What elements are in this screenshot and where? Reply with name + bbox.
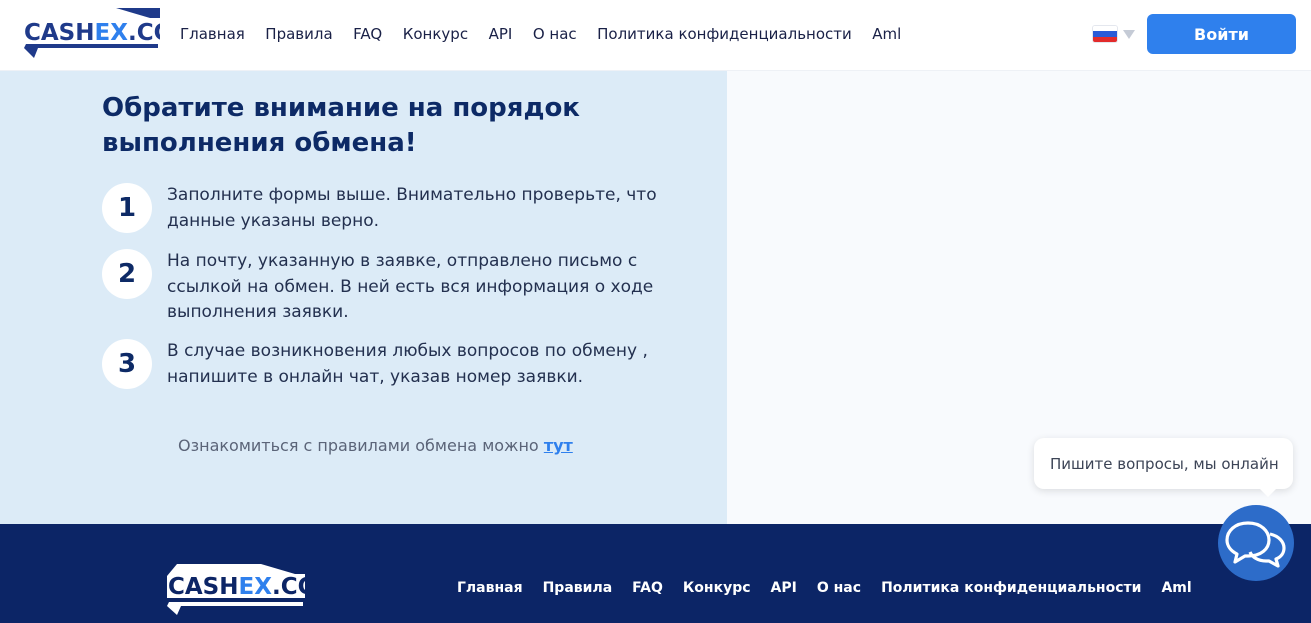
info-title: Обратите внимание на порядок выполнения …: [102, 93, 580, 158]
nav-item-about[interactable]: О нас: [533, 25, 577, 43]
nav-item-home[interactable]: Главная: [180, 25, 245, 43]
rules-note-text: Ознакомиться с правилами обмена можно: [178, 436, 539, 455]
nav-item-rules[interactable]: Правила: [265, 25, 332, 43]
chat-bubble[interactable]: Пишите вопросы, мы онлайн: [1034, 438, 1293, 497]
footer-nav-item-contest[interactable]: Конкурс: [683, 580, 751, 596]
step-3: 3 В случае возникновения любых вопросов …: [102, 339, 667, 390]
step-number: 1: [102, 183, 152, 233]
step-text: Заполните формы выше. Внимательно провер…: [167, 185, 657, 231]
svg-text:CASHEX.CC: CASHEX.CC: [24, 20, 160, 46]
login-button[interactable]: Войти: [1147, 14, 1296, 54]
step-2: 2 На почту, указанную в заявке, отправле…: [102, 249, 667, 326]
chat-icon: [1225, 521, 1286, 568]
step-text: В случае возникновения любых вопросов по…: [167, 341, 648, 387]
chat-bubble-text: Пишите вопросы, мы онлайн: [1050, 454, 1279, 473]
cashex-logo[interactable]: CASHEX.CC: [24, 8, 160, 59]
chevron-down-icon: [1123, 29, 1135, 39]
nav-item-privacy[interactable]: Политика конфиденциальности: [597, 25, 852, 43]
svg-text:CASHEX.CC: CASHEX.CC: [168, 574, 305, 600]
step-1: 1 Заполните формы выше. Внимательно пров…: [102, 183, 667, 234]
chat-button[interactable]: [1218, 505, 1294, 581]
nav-item-faq[interactable]: FAQ: [353, 25, 382, 43]
main-nav: Главная Правила FAQ Конкурс API О нас По…: [180, 0, 922, 68]
footer-nav-item-aml[interactable]: Aml: [1161, 580, 1191, 596]
nav-item-aml[interactable]: Aml: [872, 25, 901, 43]
cashex-logo-footer[interactable]: CASHEX.CC: [167, 564, 305, 615]
footer-nav: Главная Правила FAQ Конкурс API О нас По…: [457, 580, 1212, 596]
flag-ru-icon: [1093, 26, 1117, 42]
site-header: CASHEX.CC Главная Правила FAQ Конкурс AP…: [0, 0, 1311, 71]
step-text: На почту, указанную в заявке, отправлено…: [167, 251, 654, 322]
rules-link[interactable]: тут: [544, 436, 573, 455]
footer-nav-item-home[interactable]: Главная: [457, 580, 523, 596]
site-footer: CASHEX.CC Главная Правила FAQ Конкурс AP…: [0, 524, 1311, 623]
nav-item-contest[interactable]: Конкурс: [403, 25, 468, 43]
exchange-order-info: Обратите внимание на порядок выполнения …: [0, 71, 727, 524]
footer-nav-item-api[interactable]: API: [771, 580, 797, 596]
nav-item-api[interactable]: API: [489, 25, 513, 43]
footer-nav-item-faq[interactable]: FAQ: [632, 580, 663, 596]
footer-nav-item-rules[interactable]: Правила: [543, 580, 613, 596]
language-selector[interactable]: [1093, 26, 1135, 42]
step-number: 2: [102, 249, 152, 299]
rules-note: Ознакомиться с правилами обмена можно ту…: [178, 436, 573, 455]
footer-nav-item-about[interactable]: О нас: [817, 580, 861, 596]
footer-nav-item-privacy[interactable]: Политика конфиденциальности: [881, 580, 1141, 596]
step-number: 3: [102, 339, 152, 389]
